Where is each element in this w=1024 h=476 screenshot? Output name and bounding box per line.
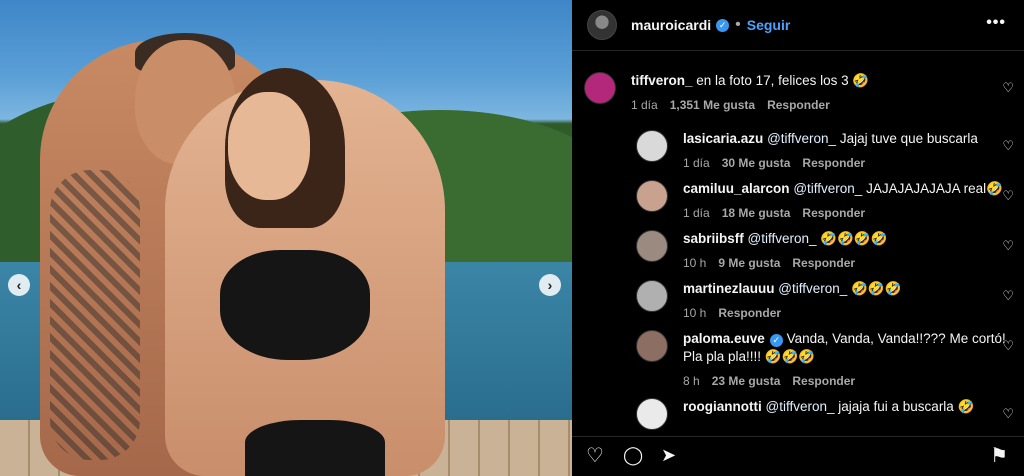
post-photo[interactable]: ‹ › — [0, 0, 572, 476]
comment-body: martinezlauuu @tiffveron_ 🤣🤣🤣 10 h Respond… — [683, 280, 1023, 320]
post-header: mauroicardi ✓ • Seguir ••• — [572, 0, 1024, 51]
comment-like-heart-icon[interactable]: ♡ — [1002, 238, 1014, 254]
bikini-top — [220, 250, 370, 360]
comment-text: camiluu_alarcon @tiffveron_ JAJAJAJAJAJA… — [683, 180, 1023, 198]
reply-comment: roogiannotti @tiffveron_ jajaja fui a bu… — [636, 398, 1024, 430]
comment-likes[interactable]: 9 Me gusta — [718, 256, 780, 270]
comment-message: 🤣🤣🤣🤣 — [820, 231, 888, 246]
comment-text: sabriibsff @tiffveron_ 🤣🤣🤣🤣 — [683, 230, 1023, 248]
comment-like-heart-icon[interactable]: ♡ — [1002, 338, 1014, 354]
comment-likes[interactable]: 23 Me gusta — [712, 374, 781, 388]
comment-likes[interactable]: 18 Me gusta — [722, 206, 791, 220]
comment-message: 🤣🤣🤣 — [851, 281, 902, 296]
reply-button[interactable]: Responder — [802, 156, 865, 170]
carousel-next-button[interactable]: › — [539, 274, 561, 296]
comment-body: roogiannotti @tiffveron_ jajaja fui a bu… — [683, 398, 1023, 430]
top-comment: tiffveron_ en la foto 17, felices los 3 … — [584, 72, 1024, 112]
author-username[interactable]: mauroicardi — [631, 17, 711, 33]
comment-message: JAJAJAJAJAJA real🤣 — [866, 181, 1003, 196]
reply-comment: sabriibsff @tiffveron_ 🤣🤣🤣🤣 10 h 9 Me gust… — [636, 230, 1024, 270]
reply-comment: lasicaria.azu @tiffveron_ Jajaj tuve que… — [636, 130, 1024, 170]
comment-body: paloma.euve ✓ Vanda, Vanda, Vanda!!??? Me… — [683, 330, 1023, 388]
commenter-avatar[interactable] — [636, 398, 668, 430]
reply-button[interactable]: Responder — [792, 256, 855, 270]
comments-panel: mauroicardi ✓ • Seguir ••• tiffveron_ en… — [572, 0, 1024, 476]
commenter-avatar[interactable] — [636, 230, 668, 262]
comment-meta: 1 día 1,351 Me gusta Responder — [631, 98, 971, 112]
reply-button[interactable]: Responder — [792, 374, 855, 388]
commenter-username[interactable]: tiffveron_ — [631, 73, 693, 88]
reply-button[interactable]: Responder — [767, 98, 830, 112]
commenter-avatar[interactable] — [636, 330, 668, 362]
follow-button[interactable]: Seguir — [747, 17, 791, 33]
commenter-username[interactable]: camiluu_alarcon — [683, 181, 790, 196]
commenter-avatar[interactable] — [636, 280, 668, 312]
comment-time: 1 día — [683, 206, 710, 220]
comment-meta: 10 h 9 Me gusta Responder — [683, 256, 1023, 270]
bikini-bottom — [245, 420, 385, 476]
bookmark-icon[interactable]: ⚑ — [990, 443, 1008, 468]
like-heart-icon[interactable]: ♡ — [586, 443, 604, 468]
reply-button[interactable]: Responder — [718, 306, 781, 320]
comment-like-heart-icon[interactable]: ♡ — [1002, 138, 1014, 154]
comment-message: en la foto 17, felices los 3 🤣 — [696, 73, 870, 88]
comment-like-heart-icon[interactable]: ♡ — [1002, 406, 1014, 422]
comment-message: jajaja fui a buscarla 🤣 — [838, 399, 975, 414]
author-avatar[interactable] — [587, 10, 617, 40]
comment-body: tiffveron_ en la foto 17, felices los 3 … — [631, 72, 971, 112]
comment-like-heart-icon[interactable]: ♡ — [1002, 80, 1014, 96]
comment-meta: 8 h 23 Me gusta Responder — [683, 374, 1023, 388]
comment-time: 8 h — [683, 374, 700, 388]
commenter-username[interactable]: roogiannotti — [683, 399, 762, 414]
mention-link[interactable]: @tiffveron_ — [793, 181, 866, 196]
comment-likes[interactable]: 1,351 Me gusta — [670, 98, 755, 112]
mention-link[interactable]: @tiffveron_ — [778, 281, 851, 296]
verified-badge-icon: ✓ — [716, 18, 730, 32]
verified-badge-icon: ✓ — [769, 334, 783, 347]
mention-link[interactable]: @tiffveron_ — [748, 231, 821, 246]
comment-body: lasicaria.azu @tiffveron_ Jajaj tuve que… — [683, 130, 1023, 170]
comment-meta: 10 h Responder — [683, 306, 1023, 320]
comment-body: camiluu_alarcon @tiffveron_ JAJAJAJAJAJA… — [683, 180, 1023, 220]
comment-likes[interactable]: 30 Me gusta — [722, 156, 791, 170]
mention-link[interactable]: @tiffveron_ — [766, 399, 839, 414]
comment-like-heart-icon[interactable]: ♡ — [1002, 288, 1014, 304]
header-separator: • — [735, 16, 741, 33]
share-send-icon[interactable]: ➤ — [661, 445, 676, 466]
reply-button[interactable]: Responder — [802, 206, 865, 220]
mention-link[interactable]: @tiffveron_ — [767, 131, 840, 146]
comment-time: 10 h — [683, 256, 707, 270]
commenter-username[interactable]: paloma.euve — [683, 331, 765, 346]
man-tattoos — [50, 170, 140, 460]
commenter-avatar[interactable] — [636, 180, 668, 212]
comment-text: lasicaria.azu @tiffveron_ Jajaj tuve que… — [683, 130, 1023, 148]
comment-like-heart-icon[interactable]: ♡ — [1002, 188, 1014, 204]
comment-message: Jajaj tuve que buscarla — [839, 131, 978, 146]
commenter-username[interactable]: sabriibsff — [683, 231, 744, 246]
commenter-username[interactable]: lasicaria.azu — [683, 131, 763, 146]
more-options-icon[interactable]: ••• — [986, 14, 1006, 32]
reply-comment: martinezlauuu @tiffveron_ 🤣🤣🤣 10 h Respond… — [636, 280, 1024, 320]
commenter-username[interactable]: martinezlauuu — [683, 281, 775, 296]
carousel-prev-button[interactable]: ‹ — [8, 274, 30, 296]
comment-bubble-icon[interactable]: ◯ — [623, 445, 643, 466]
comment-meta: 1 día 30 Me gusta Responder — [683, 156, 1023, 170]
comment-text: tiffveron_ en la foto 17, felices los 3 … — [631, 72, 971, 90]
instagram-post-modal: ‹ › mauroicardi ✓ • Seguir ••• tiffveron… — [0, 0, 1024, 476]
comment-time: 1 día — [631, 98, 658, 112]
comment-body: sabriibsff @tiffveron_ 🤣🤣🤣🤣 10 h 9 Me gust… — [683, 230, 1023, 270]
woman-head — [228, 92, 310, 200]
comment-text: roogiannotti @tiffveron_ jajaja fui a bu… — [683, 398, 1023, 416]
commenter-avatar[interactable] — [636, 130, 668, 162]
action-bar: ♡ ◯ ➤ ⚑ — [572, 436, 1024, 476]
comment-time: 1 día — [683, 156, 710, 170]
comment-text: martinezlauuu @tiffveron_ 🤣🤣🤣 — [683, 280, 1023, 298]
comment-text: paloma.euve ✓ Vanda, Vanda, Vanda!!??? Me… — [683, 330, 1023, 366]
comment-time: 10 h — [683, 306, 707, 320]
reply-comment: paloma.euve ✓ Vanda, Vanda, Vanda!!??? Me… — [636, 330, 1024, 388]
comment-meta: 1 día 18 Me gusta Responder — [683, 206, 1023, 220]
reply-comment: camiluu_alarcon @tiffveron_ JAJAJAJAJAJA… — [636, 180, 1024, 220]
commenter-avatar[interactable] — [584, 72, 616, 104]
